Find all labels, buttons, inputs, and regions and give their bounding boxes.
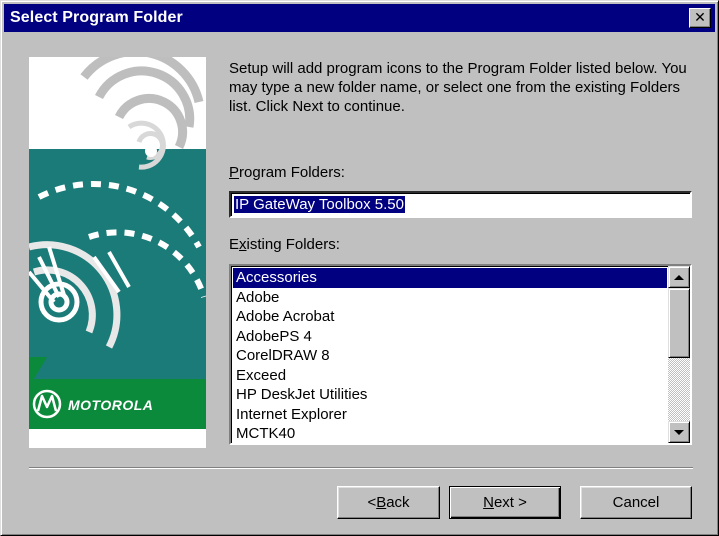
title-bar[interactable]: Select Program Folder ✕ [4,4,715,32]
close-icon: ✕ [694,10,706,26]
list-item-adobe-acrobat[interactable]: Adobe Acrobat [233,307,667,327]
program-folders-label: Program Folders: [229,164,345,181]
instructions-text: Setup will add program icons to the Prog… [229,60,687,115]
scroll-down-button[interactable] [668,421,690,443]
list-item-internet-explorer[interactable]: Internet Explorer [233,405,667,425]
list-item-hp-deskjet-utilities[interactable]: HP DeskJet Utilities [233,385,667,405]
arrow-down-icon [674,429,684,435]
arrow-up-icon [674,274,684,280]
list-item-adobeps-4[interactable]: AdobePS 4 [233,327,667,347]
select-program-folder-dialog: Select Program Folder ✕ MOTOROLA Setup w… [0,0,719,536]
list-item-mctk40[interactable]: MCTK40 [233,424,667,443]
list-item-accessories[interactable]: Accessories [233,268,667,288]
list-item-adobe[interactable]: Adobe [233,288,667,308]
vertical-scrollbar[interactable] [668,266,690,443]
cancel-button[interactable]: Cancel [580,486,692,519]
folder-list-items: Accessories Adobe Adobe Acrobat AdobePS … [233,268,667,443]
motorola-banner-image: MOTOROLA [29,57,206,448]
existing-folders-label: Existing Folders: [229,236,340,253]
button-separator [29,467,693,469]
program-folder-input[interactable]: IP GateWay Toolbox 5.50 [229,191,692,218]
list-item-exceed[interactable]: Exceed [233,366,667,386]
next-button[interactable]: Next > [449,486,561,519]
existing-folders-list[interactable]: Accessories Adobe Adobe Acrobat AdobePS … [229,264,692,445]
list-item-coreldraw-8[interactable]: CorelDRAW 8 [233,346,667,366]
dialog-title: Select Program Folder [10,9,183,26]
scroll-up-button[interactable] [668,266,690,288]
close-button[interactable]: ✕ [689,8,711,28]
program-folder-value[interactable]: IP GateWay Toolbox 5.50 [233,195,406,214]
banner-artwork: MOTOROLA [29,57,206,448]
scroll-thumb[interactable] [668,288,690,358]
back-button[interactable]: < Back [337,486,440,519]
motorola-logo-text: MOTOROLA [68,397,153,413]
